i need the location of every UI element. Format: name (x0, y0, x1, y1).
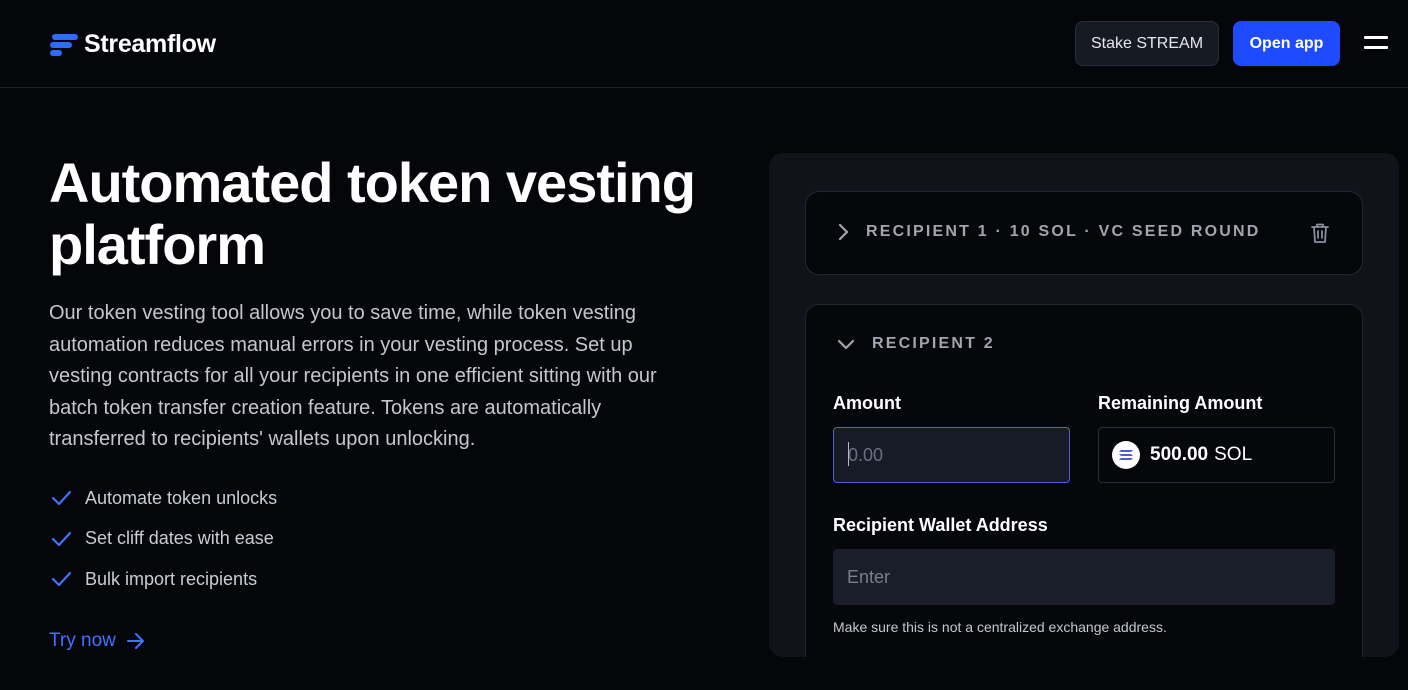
remaining-amount-value: 500.00 (1150, 444, 1209, 465)
wallet-address-input[interactable] (833, 549, 1335, 605)
text-cursor (848, 442, 849, 466)
recipient-1-card[interactable]: Recipient 1 · 10 SOL · VC Seed Round (805, 191, 1363, 275)
feature-label: Automate token unlocks (85, 487, 278, 508)
page-title: Automated token vesting platform (49, 151, 696, 276)
feature-list: Automate token unlocks Set cliff dates w… (50, 478, 277, 600)
solana-token-icon (1112, 441, 1140, 469)
streamflow-logo-icon (50, 33, 78, 57)
wallet-address-label: Recipient Wallet Address (833, 515, 1048, 535)
feature-label: Bulk import recipients (85, 568, 258, 589)
remaining-amount-label: Remaining Amount (1098, 393, 1263, 413)
chevron-right-icon[interactable] (836, 222, 850, 242)
try-now-label: Try now (49, 630, 116, 651)
feature-item: Set cliff dates with ease (50, 519, 277, 560)
trash-icon[interactable] (1310, 222, 1330, 244)
open-app-button[interactable]: Open app (1233, 21, 1340, 66)
arrow-right-icon (126, 633, 144, 649)
logo-text: Streamflow (84, 30, 216, 58)
feature-item: Automate token unlocks (50, 478, 277, 519)
wallet-address-hint: Make sure this is not a centralized exch… (833, 619, 1167, 635)
recipient-1-label: Recipient 1 · 10 SOL · VC Seed Round (866, 223, 1261, 240)
amount-input[interactable] (833, 427, 1070, 483)
top-navbar: Streamflow Stake STREAM Open app (0, 0, 1408, 88)
vesting-form-panel: Recipient 1 · 10 SOL · VC Seed Round Rec… (769, 153, 1399, 657)
logo[interactable]: Streamflow (50, 30, 216, 59)
check-icon (51, 491, 72, 506)
recipient-2-card: Recipient 2 Amount Remaining Amount 500.… (805, 304, 1363, 657)
try-now-link[interactable]: Try now (49, 630, 146, 652)
check-icon (51, 531, 72, 546)
recipient-2-header[interactable]: Recipient 2 (836, 335, 995, 353)
hamburger-menu-icon[interactable] (1364, 36, 1388, 50)
feature-label: Set cliff dates with ease (85, 528, 274, 549)
chevron-down-icon[interactable] (836, 337, 856, 351)
stake-stream-button[interactable]: Stake STREAM (1075, 21, 1219, 66)
check-icon (51, 572, 72, 587)
remaining-amount-unit: SOL (1214, 444, 1253, 465)
remaining-amount-display: 500.00 SOL (1098, 427, 1335, 483)
feature-item: Bulk import recipients (50, 559, 277, 600)
recipient-2-label: Recipient 2 (872, 335, 995, 352)
amount-label: Amount (833, 393, 901, 413)
hero-description: Our token vesting tool allows you to sav… (49, 302, 657, 450)
recipient-1-header[interactable]: Recipient 1 · 10 SOL · VC Seed Round (836, 222, 1261, 242)
